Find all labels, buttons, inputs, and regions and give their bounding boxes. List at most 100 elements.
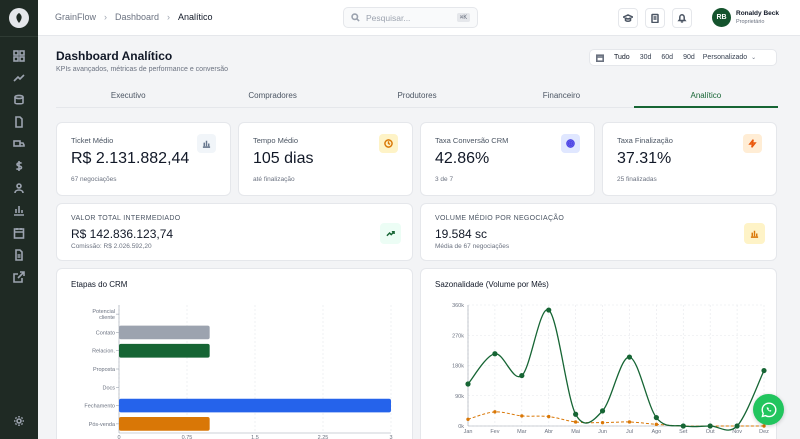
range-custom-dropdown[interactable]: Personalizado xyxy=(703,54,747,61)
bar xyxy=(119,398,391,413)
data-point xyxy=(573,411,579,417)
sidebar-item-calendar[interactable] xyxy=(12,226,26,240)
x-tick-label: Jul xyxy=(626,429,633,435)
external-link-icon xyxy=(13,271,25,283)
data-point xyxy=(493,410,497,414)
y-tick-label: Relacion. xyxy=(92,349,115,355)
data-point xyxy=(680,423,686,429)
tab-financeiro[interactable]: Financeiro xyxy=(489,86,633,107)
y-tick-label: 180k xyxy=(452,364,464,370)
series-line xyxy=(467,411,764,427)
clock-icon xyxy=(379,134,398,153)
sidebar-item-dashboard[interactable] xyxy=(12,49,26,63)
range-option-60d[interactable]: 60d xyxy=(656,54,678,61)
x-tick-label: Ago xyxy=(651,429,661,435)
x-tick-label: Dez xyxy=(759,429,769,435)
data-point xyxy=(734,423,740,429)
data-point xyxy=(465,381,471,387)
chevron-right-icon: › xyxy=(167,12,171,22)
sidebar-item-documents[interactable] xyxy=(12,115,26,129)
total-value-label: VALOR TOTAL INTERMEDIADO xyxy=(71,215,181,222)
tab-executivo[interactable]: Executivo xyxy=(56,86,200,107)
crm-stages-chart: 0 0.75 1.5 2.25 3PotencialclienteContatoRela… xyxy=(84,305,393,439)
sidebar-item-finance[interactable] xyxy=(12,159,26,173)
clipboard-icon xyxy=(651,13,659,23)
sidebar-item-trends[interactable] xyxy=(12,71,26,85)
file-icon xyxy=(15,116,23,128)
sidebar-item-logistics[interactable] xyxy=(12,137,26,151)
chevron-down-icon[interactable]: ⌄ xyxy=(751,54,756,61)
avatar[interactable]: RB xyxy=(712,8,731,27)
kpi-foot: 25 finalizadas xyxy=(617,176,657,183)
y-tick-label: Fechamento xyxy=(84,404,115,410)
kpi-card-tempo: Tempo Médio 105 dias até finalização xyxy=(238,122,413,196)
x-tick-label: Fev xyxy=(490,429,499,435)
sidebar-item-external[interactable] xyxy=(12,270,26,284)
calendar-icon xyxy=(596,53,604,62)
data-point xyxy=(546,307,552,313)
data-point xyxy=(653,414,659,421)
sidebar xyxy=(0,0,38,439)
search-shortcut: ⌘K xyxy=(456,13,470,22)
bar xyxy=(119,325,210,340)
x-tick-label: 0 xyxy=(117,435,120,439)
sidebar-item-contacts[interactable] xyxy=(12,181,26,195)
x-tick-label: 2.25 xyxy=(318,435,329,439)
app-logo[interactable] xyxy=(9,8,29,28)
trending-up-icon xyxy=(13,74,25,82)
bell-icon xyxy=(677,14,687,23)
y-tick-label: Docs xyxy=(102,385,115,391)
bar-chart-icon xyxy=(14,206,24,216)
sidebar-divider xyxy=(0,36,38,37)
database-icon xyxy=(14,94,24,105)
notifications-button[interactable] xyxy=(672,8,692,28)
user-name[interactable]: Ronaldy Beck xyxy=(736,10,779,17)
tab-bar: Executivo Compradores Produtores Finance… xyxy=(56,86,779,108)
kpi-card-ticket: Ticket Médio R$ 2.131.882,44 67 negociaç… xyxy=(56,122,231,196)
range-option-all[interactable]: Tudo xyxy=(609,54,635,61)
data-point xyxy=(600,420,605,425)
chevron-right-icon: › xyxy=(104,12,108,22)
leaf-logo-icon xyxy=(16,13,22,23)
tab-compradores[interactable]: Compradores xyxy=(200,86,344,107)
x-tick-label: Abr xyxy=(544,429,553,435)
y-tick-label: Pós-venda xyxy=(89,422,116,428)
y-tick-label: 90k xyxy=(455,394,464,400)
tab-produtores[interactable]: Produtores xyxy=(345,86,489,107)
sidebar-item-contracts[interactable] xyxy=(12,248,26,262)
tab-analitico[interactable]: Analítico xyxy=(633,86,779,108)
data-point xyxy=(627,420,632,424)
kpi-value: 105 dias xyxy=(253,150,314,167)
y-tick-label: cliente xyxy=(99,315,115,321)
sidebar-item-database[interactable] xyxy=(12,93,26,107)
kpi-value: 42.86% xyxy=(435,150,490,167)
x-tick-label: Out xyxy=(706,429,715,435)
kpi-label: Taxa Finalização xyxy=(617,136,673,145)
sidebar-item-reports[interactable] xyxy=(12,203,26,217)
x-tick-label: 3 xyxy=(389,435,392,439)
data-point xyxy=(761,367,767,374)
range-option-90d[interactable]: 90d xyxy=(678,54,700,61)
data-point xyxy=(707,423,713,429)
kpi-label: Ticket Médio xyxy=(71,136,114,145)
kpi-card-conversao: Taxa Conversão CRM 42.86% 3 de 7 xyxy=(420,122,595,196)
bar xyxy=(119,343,210,358)
sidebar-item-settings[interactable] xyxy=(12,414,26,428)
breadcrumb-dashboard[interactable]: Dashboard xyxy=(115,12,159,22)
data-point xyxy=(573,420,578,424)
series-line xyxy=(467,309,765,431)
breadcrumb-app[interactable]: GrainFlow xyxy=(55,12,96,22)
data-point xyxy=(520,414,524,418)
seasonality-chart: 0k90k180k270k360kJan Fev Mar Abr Mai Jun Jul Ag… xyxy=(452,303,769,435)
x-tick-label: Nov xyxy=(732,429,742,435)
academy-button[interactable] xyxy=(618,8,638,28)
user-role: Proprietário xyxy=(736,19,765,25)
kpi-foot: até finalização xyxy=(253,176,295,183)
kpi-foot: 3 de 7 xyxy=(435,176,454,183)
notes-button[interactable] xyxy=(645,8,665,28)
data-point xyxy=(466,417,470,421)
x-tick-label: Mai xyxy=(571,429,580,435)
whatsapp-button[interactable] xyxy=(753,394,784,425)
range-option-30d[interactable]: 30d xyxy=(635,54,657,61)
search-input[interactable]: Pesquisar... ⌘K xyxy=(343,7,478,28)
